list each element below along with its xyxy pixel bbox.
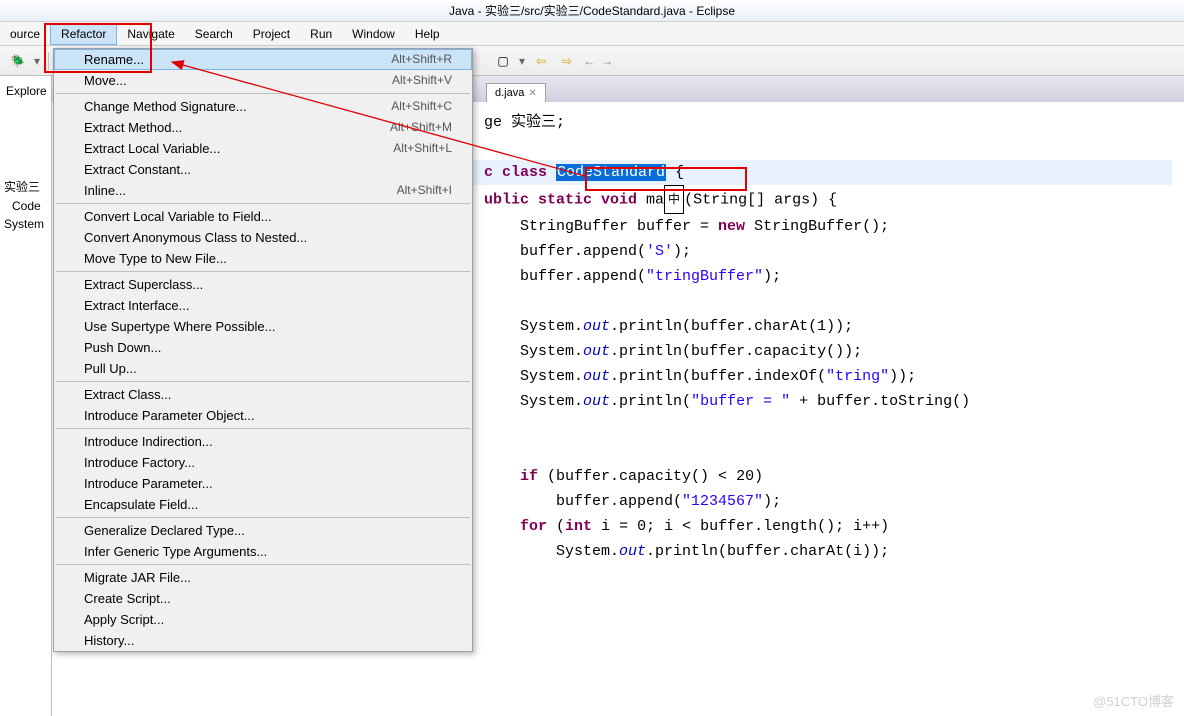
class-name-selection[interactable]: CodeStandard [556,164,666,181]
sidebar-item-project[interactable]: 实验三 [0,176,51,197]
dropdown-item[interactable]: Convert Anonymous Class to Nested... [54,227,472,248]
tool-generic-icon[interactable]: ▢ [493,51,513,71]
dropdown-item-label: Extract Constant... [84,162,191,177]
window-title: Java - 实验三/src/实验三/CodeStandard.java - E… [449,2,735,19]
ime-indicator: 中 [664,185,684,214]
dropdown-item[interactable]: Introduce Parameter Object... [54,405,472,426]
dropdown-item-label: Convert Local Variable to Field... [84,209,272,224]
dropdown-separator [56,271,470,272]
menu-search[interactable]: Search [185,24,243,44]
dropdown-item-shortcut: Alt+Shift+C [391,99,452,114]
dropdown-item[interactable]: Move... Alt+Shift+V [54,70,472,91]
dropdown-item[interactable]: Push Down... [54,337,472,358]
dropdown-item-label: Generalize Declared Type... [84,523,245,538]
dropdown-item[interactable]: Introduce Indirection... [54,431,472,452]
editor-tab[interactable]: d.java ✕ [486,83,546,102]
dropdown-item[interactable]: Apply Script... [54,609,472,630]
dropdown-item-label: Introduce Parameter Object... [84,408,255,423]
dropdown-item-label: Extract Class... [84,387,171,402]
dropdown-item[interactable]: History... [54,630,472,651]
dropdown-item[interactable]: Encapsulate Field... [54,494,472,515]
dropdown-item[interactable]: Move Type to New File... [54,248,472,269]
dropdown-item-shortcut: Alt+Shift+M [390,120,452,135]
dropdown-item-shortcut: Alt+Shift+I [397,183,452,198]
dropdown-item[interactable]: Extract Superclass... [54,274,472,295]
close-icon[interactable]: ✕ [528,88,536,99]
dropdown-item-shortcut: Alt+Shift+L [393,141,452,156]
nav-forward-icon[interactable]: ⇨ [557,51,577,71]
dropdown-item-label: Introduce Factory... [84,455,195,470]
dropdown-item[interactable]: Introduce Parameter... [54,473,472,494]
dropdown-separator [56,203,470,204]
menu-window[interactable]: Window [342,24,405,44]
dropdown-item-label: Convert Anonymous Class to Nested... [84,230,307,245]
dropdown-separator [56,428,470,429]
dropdown-item-label: Rename... [84,52,144,67]
menu-bar: ource Refactor Navigate Search Project R… [0,22,1184,46]
toolbar-separator [48,52,49,70]
dropdown-item[interactable]: Rename... Alt+Shift+R [54,49,472,70]
menu-project[interactable]: Project [243,24,300,44]
explorer-label: Explore [2,82,51,100]
dropdown-item-label: Move... [84,73,127,88]
dropdown-item-label: Inline... [84,183,126,198]
watermark: @51CTO博客 [1093,691,1174,710]
menu-source[interactable]: ource [0,24,50,44]
dropdown-item[interactable]: Change Method Signature... Alt+Shift+C [54,96,472,117]
dropdown-item-label: Extract Superclass... [84,277,203,292]
menu-run[interactable]: Run [300,24,342,44]
dropdown-item-label: Infer Generic Type Arguments... [84,544,267,559]
dropdown-item-label: Move Type to New File... [84,251,227,266]
dropdown-separator [56,381,470,382]
dropdown-item[interactable]: Create Script... [54,588,472,609]
dropdown-separator [56,517,470,518]
dropdown-item-label: Extract Method... [84,120,182,135]
dropdown-item[interactable]: Infer Generic Type Arguments... [54,541,472,562]
dropdown-item-label: Create Script... [84,591,171,606]
dropdown-item-label: History... [84,633,134,648]
menu-help[interactable]: Help [405,24,450,44]
menu-refactor[interactable]: Refactor [50,23,117,45]
dropdown-separator [56,93,470,94]
dropdown-item[interactable]: Migrate JAR File... [54,567,472,588]
dropdown-item[interactable]: Generalize Declared Type... [54,520,472,541]
sidebar-item-system[interactable]: System [0,215,51,233]
dropdown-item-label: Push Down... [84,340,161,355]
dropdown-item[interactable]: Extract Class... [54,384,472,405]
dropdown-item[interactable]: Extract Local Variable... Alt+Shift+L [54,138,472,159]
tool-debug-icon[interactable]: 🪲 [8,51,28,71]
dropdown-item-label: Encapsulate Field... [84,497,198,512]
editor-tab-label: d.java [495,87,524,99]
dropdown-item[interactable]: Convert Local Variable to Field... [54,206,472,227]
dropdown-item[interactable]: Introduce Factory... [54,452,472,473]
dropdown-item[interactable]: Use Supertype Where Possible... [54,316,472,337]
dropdown-item-label: Introduce Indirection... [84,434,213,449]
sidebar-item-file[interactable]: Code [0,197,51,215]
dropdown-item-label: Extract Interface... [84,298,190,313]
dropdown-item[interactable]: Extract Constant... [54,159,472,180]
dropdown-separator [56,564,470,565]
dropdown-item-shortcut: Alt+Shift+R [391,52,452,67]
sidebar: Explore 实验三 Code System [0,76,52,716]
refactor-dropdown: Rename... Alt+Shift+R Move... Alt+Shift+V Ch… [53,48,473,652]
dropdown-item-shortcut: Alt+Shift+V [392,73,452,88]
dropdown-item-label: Change Method Signature... [84,99,247,114]
nav-back-icon[interactable]: ⇦ [531,51,551,71]
dropdown-item-label: Migrate JAR File... [84,570,191,585]
dropdown-item-label: Introduce Parameter... [84,476,213,491]
dropdown-item-label: Pull Up... [84,361,137,376]
title-bar: Java - 实验三/src/实验三/CodeStandard.java - E… [0,0,1184,22]
dropdown-item[interactable]: Inline... Alt+Shift+I [54,180,472,201]
dropdown-item-label: Use Supertype Where Possible... [84,319,275,334]
menu-navigate[interactable]: Navigate [117,24,184,44]
dropdown-item-label: Extract Local Variable... [84,141,220,156]
dropdown-item[interactable]: Extract Method... Alt+Shift+M [54,117,472,138]
dropdown-item-label: Apply Script... [84,612,164,627]
dropdown-item[interactable]: Extract Interface... [54,295,472,316]
dropdown-item[interactable]: Pull Up... [54,358,472,379]
